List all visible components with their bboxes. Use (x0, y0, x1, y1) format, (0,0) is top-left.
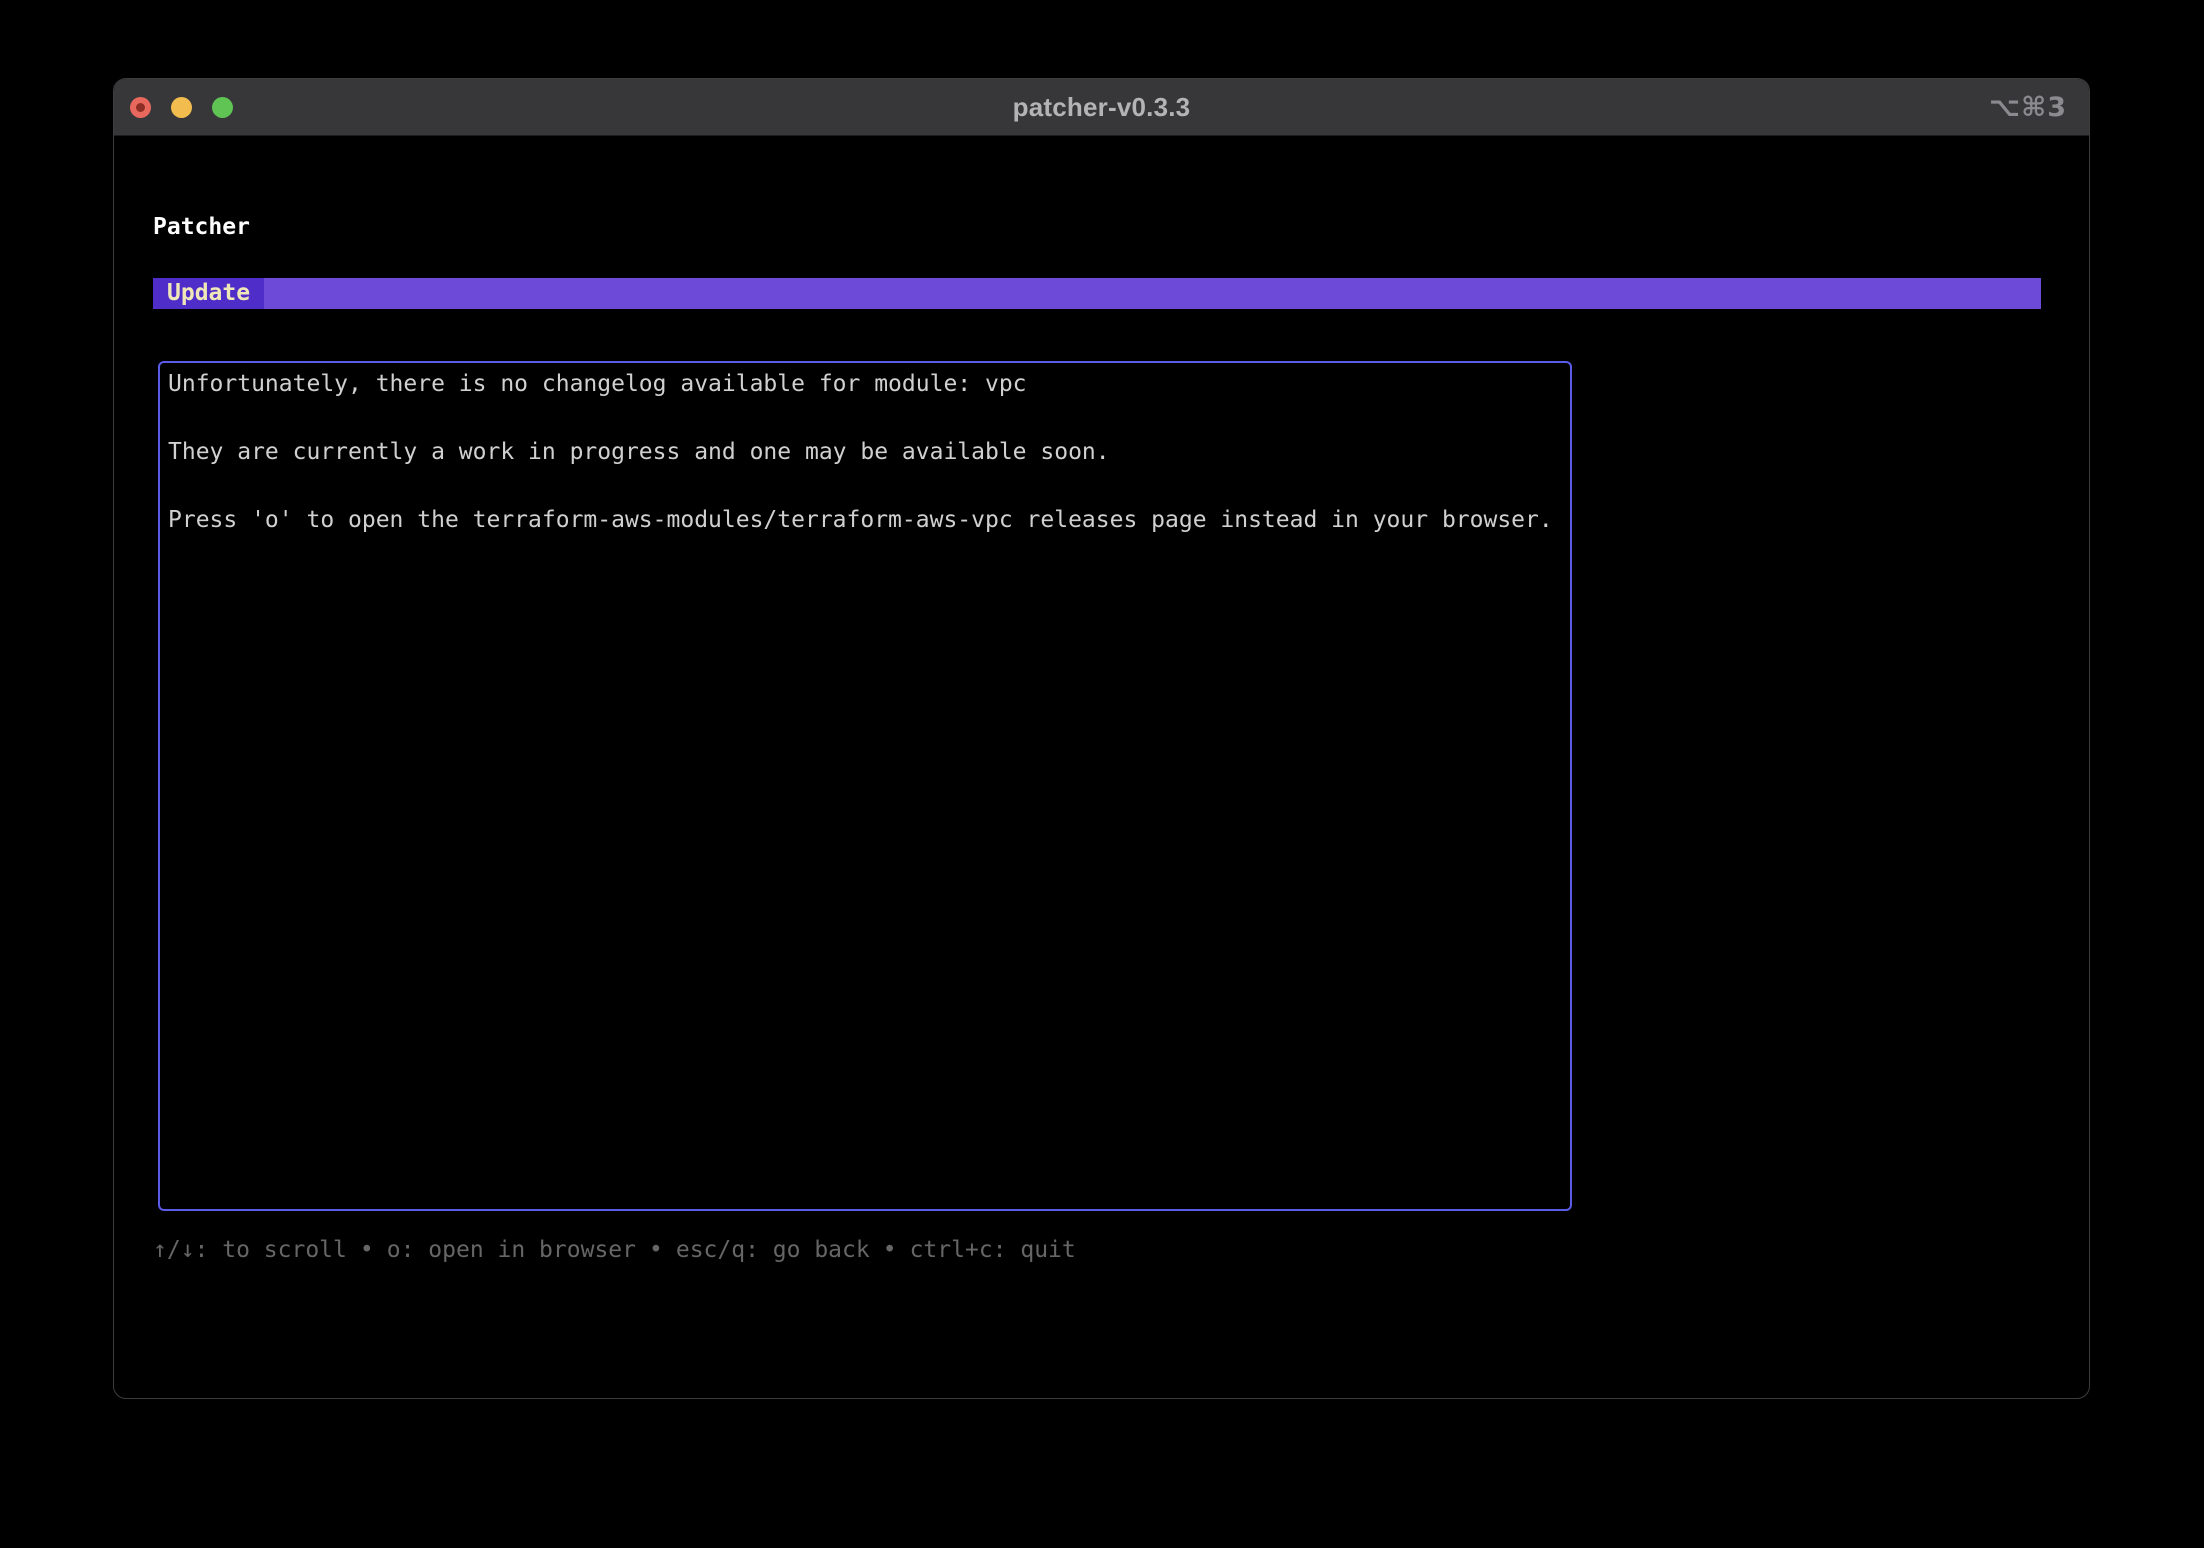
help-item-go-back: esc/q: go back (675, 1237, 870, 1263)
help-item-quit: ctrl+c: quit (909, 1237, 1076, 1263)
bullet-separator: • (882, 1237, 897, 1263)
close-button[interactable] (130, 96, 151, 118)
window-titlebar[interactable]: patcher-v0.3.3 ⌥⌘3 (114, 79, 2089, 136)
minimize-button[interactable] (171, 96, 192, 118)
terminal-view: Patcher Update Unfortunately, there is n… (114, 137, 2089, 1398)
fullscreen-button[interactable] (212, 96, 233, 118)
changelog-line: Press 'o' to open the terraform-aws-modu… (168, 507, 1553, 533)
help-bar: ↑/↓: to scroll • o: open in browser • esc/q:… (153, 1233, 1076, 1267)
bullet-separator: • (359, 1237, 374, 1263)
window-title: patcher-v0.3.3 (1012, 91, 1191, 122)
desktop-background: patcher-v0.3.3 ⌥⌘3 Patcher Update Unfort… (0, 0, 2204, 1548)
bullet-separator: • (648, 1237, 663, 1263)
traffic-lights (114, 96, 233, 118)
tab-shortcut-hint: ⌥⌘3 (1989, 91, 2067, 123)
document-edited-icon (136, 102, 145, 112)
help-item-open-browser: o: open in browser (386, 1237, 636, 1263)
app-title: Patcher (153, 214, 250, 240)
app-window: patcher-v0.3.3 ⌥⌘3 Patcher Update Unfort… (113, 78, 2090, 1399)
tab-bar: Update (153, 278, 2041, 309)
help-item-scroll: ↑/↓: to scroll (153, 1237, 347, 1263)
changelog-viewport[interactable]: Unfortunately, there is no changelog ava… (158, 361, 1572, 1211)
changelog-line: They are currently a work in progress an… (168, 439, 1110, 465)
tab-update[interactable]: Update (153, 278, 265, 309)
changelog-line: Unfortunately, there is no changelog ava… (168, 371, 1027, 397)
